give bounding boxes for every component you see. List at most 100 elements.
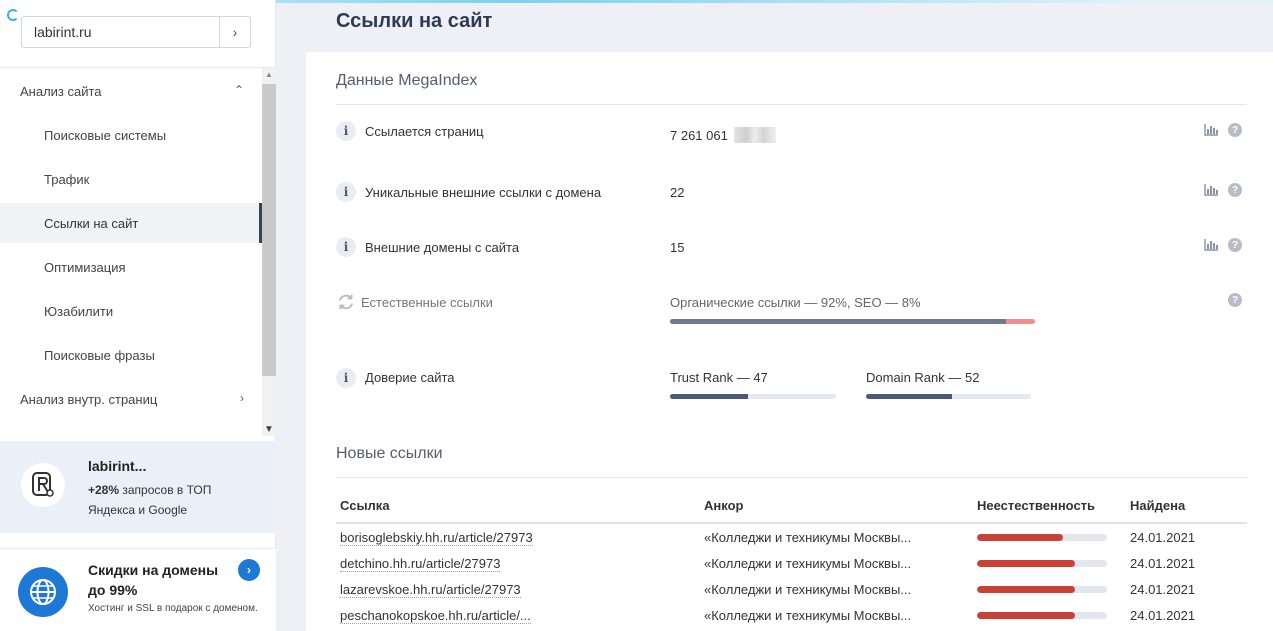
blurred-value — [733, 127, 776, 143]
found-date: 24.01.2021 — [1130, 530, 1196, 545]
metric-label: Ссылается страниц — [365, 124, 484, 139]
domain-discount-promo[interactable]: Скидки на домены до 99% Хостинг и SSL в … — [0, 548, 276, 631]
arrow-right-icon[interactable]: › — [238, 559, 260, 581]
nav-label: Трафик — [44, 171, 90, 187]
site-promo-card[interactable]: labirint... +28% запросов в ТОП Яндекса … — [0, 441, 276, 533]
help-icon[interactable]: ? — [1228, 238, 1242, 252]
nav-search-phrases[interactable]: Поисковые фразы — [0, 335, 262, 375]
metric-label: Доверие сайта — [365, 370, 455, 385]
unnatural-bar-fill — [977, 586, 1075, 593]
found-date: 24.01.2021 — [1130, 608, 1196, 623]
main-panel: Данные MegaIndex i Ссылается страниц 7 2… — [306, 52, 1273, 631]
column-header-found[interactable]: Найдена — [1130, 498, 1185, 513]
metric-value: 7 261 061 — [670, 127, 776, 143]
organic-summary: Органические ссылки — 92%, SEO — 8% — [670, 295, 921, 310]
link-url[interactable]: peschanokopskoe.hh.ru/article/... — [340, 608, 531, 624]
page-title: Ссылки на сайт — [336, 10, 493, 32]
bar-chart-icon[interactable] — [1204, 184, 1218, 196]
unnatural-bar — [977, 534, 1107, 541]
scrollbar-thumb[interactable] — [262, 84, 276, 376]
domain-rank-bar — [866, 394, 1031, 399]
scroll-up-icon[interactable]: ▲ — [265, 70, 273, 79]
link-url[interactable]: lazarevskoe.hh.ru/article/27973 — [340, 582, 521, 598]
nav-optimization[interactable]: Оптимизация — [0, 247, 262, 287]
unnatural-bar-fill — [977, 560, 1075, 567]
nav-traffic[interactable]: Трафик — [0, 159, 262, 199]
site-logo-icon — [21, 463, 65, 507]
promo-title: Скидки на домены до 99% — [88, 562, 219, 598]
metric-label: Внешние домены с сайта — [365, 240, 520, 255]
column-header-link[interactable]: Ссылка — [340, 498, 390, 513]
metric-label: Уникальные внешние ссылки с домена — [365, 185, 602, 200]
domain-submit-button[interactable]: › — [219, 17, 250, 47]
help-icon[interactable]: ? — [1228, 293, 1242, 307]
promo-text: Хостинг и SSL в подарок с доменом. — [88, 603, 258, 614]
nav-label: Ссылки на сайт — [44, 215, 139, 231]
promo-title: labirint... — [88, 458, 147, 474]
trust-rank-label: Trust Rank — 47 — [670, 370, 768, 385]
unnatural-bar-fill — [977, 534, 1063, 541]
nav-usability[interactable]: Юзабилити — [0, 291, 262, 331]
sidebar-scrollbar[interactable]: ▲ ▼ — [262, 68, 276, 436]
info-icon[interactable]: i — [336, 121, 356, 141]
table-row: lazarevskoe.hh.ru/article/27973 «Колледж… — [306, 577, 1273, 603]
loading-spinner-icon — [7, 9, 19, 21]
sidebar-nav: Анализ сайта ⌃ Поисковые системы Трафик … — [0, 68, 262, 436]
promo-highlight: +28% — [88, 483, 120, 497]
domain-input[interactable] — [22, 17, 220, 47]
organic-seo-bar — [670, 319, 1035, 324]
found-date: 24.01.2021 — [1130, 556, 1196, 571]
nav-search-engines[interactable]: Поисковые системы — [0, 115, 262, 155]
nav-label: Оптимизация — [44, 259, 126, 275]
bar-chart-icon[interactable] — [1204, 124, 1218, 136]
nav-label: Анализ сайта — [20, 83, 102, 99]
metric-number: 7 261 061 — [670, 128, 728, 143]
info-icon[interactable]: i — [336, 182, 356, 202]
divider — [336, 477, 1247, 478]
link-url[interactable]: borisoglebskiy.hh.ru/article/27973 — [340, 530, 533, 546]
nav-label: Анализ внутр. страниц — [20, 391, 158, 407]
help-icon[interactable]: ? — [1228, 123, 1242, 137]
new-links-section-title: Новые ссылки — [336, 445, 443, 462]
trust-rank-fill — [670, 394, 749, 399]
nav-label: Поисковые фразы — [44, 347, 155, 363]
help-icon[interactable]: ? — [1228, 183, 1242, 197]
nav-site-links[interactable]: Ссылки на сайт — [0, 203, 262, 243]
link-url[interactable]: detchino.hh.ru/article/27973 — [340, 556, 501, 572]
table-row: peschanokopskoe.hh.ru/article/... «Колле… — [306, 603, 1273, 629]
domain-rank-label: Domain Rank — 52 — [866, 370, 980, 385]
info-icon[interactable]: i — [336, 237, 356, 257]
sidebar: › Анализ сайта ⌃ Поисковые системы Трафи… — [0, 0, 276, 631]
anchor-text: «Колледжи и техникумы Москвы... — [704, 556, 912, 571]
refresh-icon[interactable] — [336, 292, 356, 312]
globe-icon — [18, 567, 68, 617]
unnatural-bar-fill — [977, 612, 1075, 619]
megaindex-section-title: Данные MegaIndex — [336, 72, 478, 89]
anchor-text: «Колледжи и техникумы Москвы... — [704, 608, 912, 623]
nav-label: Юзабилити — [44, 303, 114, 319]
info-icon[interactable]: i — [336, 368, 356, 388]
chevron-up-icon: ⌃ — [233, 83, 244, 97]
nav-site-analysis[interactable]: Анализ сайта ⌃ — [0, 71, 262, 111]
found-date: 24.01.2021 — [1130, 582, 1196, 597]
bar-chart-icon[interactable] — [1204, 239, 1218, 251]
anchor-text: «Колледжи и техникумы Москвы... — [704, 582, 912, 597]
anchor-text: «Колледжи и техникумы Москвы... — [704, 530, 912, 545]
nav-label: Поисковые системы — [44, 127, 167, 143]
promo-text: +28% запросов в ТОП Яндекса и Google — [88, 480, 258, 520]
metric-value: 15 — [670, 240, 685, 255]
scroll-down-icon[interactable]: ▼ — [264, 424, 274, 435]
chevron-right-icon: › — [240, 391, 244, 405]
domain-search: › — [21, 16, 251, 48]
divider — [336, 104, 1247, 105]
table-row: borisoglebskiy.hh.ru/article/27973 «Колл… — [306, 525, 1273, 551]
column-header-unnatural[interactable]: Неестественность — [977, 498, 1095, 513]
unnatural-bar — [977, 560, 1107, 567]
domain-rank-fill — [866, 394, 952, 399]
column-header-anchor[interactable]: Анкор — [704, 498, 743, 513]
table-header-divider — [336, 522, 1247, 524]
nav-inner-pages-analysis[interactable]: Анализ внутр. страниц › — [0, 379, 262, 419]
unnatural-bar — [977, 586, 1107, 593]
trust-rank-bar — [670, 394, 836, 399]
table-row: detchino.hh.ru/article/27973 «Колледжи и… — [306, 551, 1273, 577]
